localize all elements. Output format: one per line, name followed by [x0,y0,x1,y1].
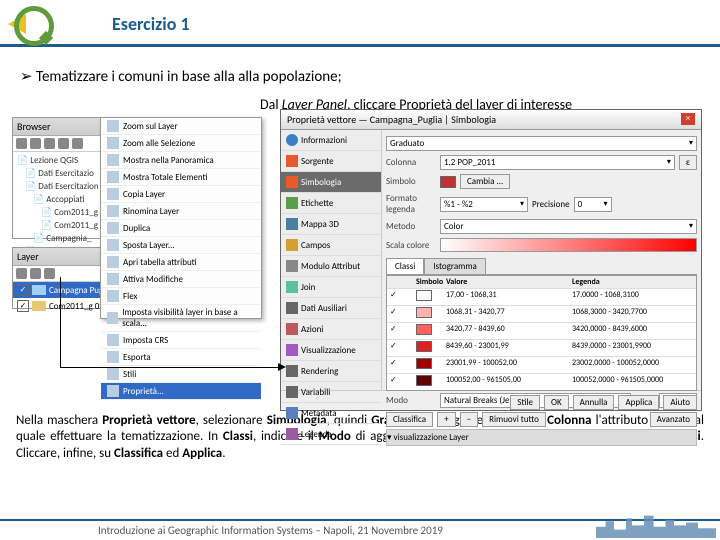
color-swatch [32,285,46,295]
add-class-icon[interactable]: + [437,412,455,427]
menu-item[interactable]: Zoom alle Selezione [101,135,261,152]
qgis-logo-icon [8,6,56,42]
properties-sidebar: Informazioni Sorgente Simbologia Etichet… [281,130,382,390]
help-button[interactable]: Aiuto [663,395,697,410]
menu-item[interactable]: Imposta visibilità layer in base a scala… [101,305,261,332]
sidebar-item[interactable]: Etichette [281,193,381,214]
label: Scala colore [386,240,436,251]
sidebar-item[interactable]: Modulo Attribut [281,256,381,277]
tab-classes[interactable]: Classi [386,258,424,274]
class-tabs: Classi Istogramma [386,258,697,275]
ok-button[interactable]: OK [544,395,569,410]
sidebar-item[interactable]: Informazioni [281,130,381,151]
style-button[interactable]: Stile [510,395,540,410]
format-input[interactable]: %1 - %2 [440,197,528,212]
slide-header: Esercizio 1 [0,0,720,47]
toolbar-icon[interactable] [16,138,27,149]
toolbar-icon[interactable] [30,268,41,279]
sidebar-item[interactable]: Rendering [281,361,381,382]
toolbar-icon[interactable] [44,138,55,149]
table-row[interactable]: ✓23001,99 - 100052,0023002,0000 - 100052… [387,356,696,373]
label: Formato legenda [386,193,436,215]
table-row[interactable]: ✓17,00 - 1068,3117,0000 - 1068,3100 [387,288,696,305]
menu-item[interactable]: Mostra nella Panoramica [101,152,261,169]
menu-item[interactable]: Imposta CRS [101,332,261,349]
toolbar-icon[interactable] [44,268,55,279]
properties-main: Graduato Colonna 1,2 POP_2011 ε Simbolo … [382,130,701,390]
sidebar-item[interactable]: Join [281,277,381,298]
toolbar-icon[interactable] [72,138,83,149]
column-select[interactable]: 1,2 POP_2011 [440,155,675,170]
properties-window: Proprietà vettore — Campagna_Puglia | Si… [280,109,702,411]
remove-all-button[interactable]: Rimuovi tutto [482,412,546,427]
sidebar-item[interactable]: Mappa 3D [281,214,381,235]
expr-button[interactable]: ε [679,155,697,170]
menu-item-properties[interactable]: Proprietà... [101,383,261,400]
toolbar-icon[interactable] [30,138,41,149]
menu-item[interactable]: Copia Layer [101,186,261,203]
renderer-select[interactable]: Graduato [386,136,697,151]
tab-histogram[interactable]: Istogramma [424,258,486,274]
footer-text: Introduzione ai Geographic Information S… [98,524,443,537]
sidebar-item[interactable]: Legenda [281,424,381,445]
change-symbol-button[interactable]: Cambia ... [460,174,510,189]
viz-section[interactable]: ▾ visualizzazione Layer [387,432,469,443]
menu-item[interactable]: Rinomina Layer [101,203,261,220]
sidebar-item[interactable]: Metadata [281,403,381,424]
arrow-icon [60,277,61,367]
cancel-button[interactable]: Annulla [573,395,615,410]
remove-class-icon[interactable]: − [460,412,478,427]
checkbox-icon[interactable]: ✓ [17,284,29,296]
toolbar-icon[interactable] [16,268,27,279]
table-row[interactable]: ✓3420,77 - 8439,603420,0000 - 8439,6000 [387,322,696,339]
grid-header: Simbolo ValoreLegenda [387,276,696,288]
sidebar-item[interactable]: Variabili [281,382,381,403]
menu-item[interactable]: Duplica [101,220,261,237]
label: Simbolo [386,176,436,187]
window-title: Proprietà vettore — Campagna_Puglia | Si… [287,113,496,126]
sidebar-item-simbologia[interactable]: Simbologia [281,172,381,193]
arrowhead-icon [278,363,286,371]
table-row[interactable]: ✓8439,60 - 23001,998439,0000 - 23001,990… [387,339,696,356]
label: Metodo [386,221,436,232]
sidebar-item[interactable]: Visualizzazione [281,340,381,361]
sidebar-item[interactable]: Sorgente [281,151,381,172]
label: Colonna [386,157,436,168]
exercise-bullet: Tematizzare i comuni in base alla alla p… [0,47,720,92]
sidebar-item[interactable]: Azioni [281,319,381,340]
toolbar-icon[interactable] [58,138,69,149]
sidebar-item[interactable]: Dati Ausiliari [281,298,381,319]
label: Modo [386,395,436,406]
checkbox-icon[interactable]: ✓ [17,300,29,312]
classes-grid: Simbolo ValoreLegenda ✓17,00 - 1068,3117… [386,275,697,391]
slide-title: Esercizio 1 [112,13,190,35]
color-swatch [32,301,46,311]
advanced-button[interactable]: Avanzato [650,412,697,427]
sidebar-item[interactable]: Campos [281,235,381,256]
window-titlebar: Proprietà vettore — Campagna_Puglia | Si… [281,110,701,130]
menu-item[interactable]: Attiva Modifiche [101,271,261,288]
context-menu: Zoom sul Layer Zoom alle Selezione Mostr… [100,117,262,319]
method-select[interactable]: Color [440,219,697,234]
table-row[interactable]: ✓1068,31 - 3420,771068,3000 - 3420,7700 [387,305,696,322]
menu-item[interactable]: Stili [101,366,261,383]
color-ramp[interactable] [440,238,697,252]
table-row[interactable]: ✓100052,00 - 961505,00100052,0000 - 9615… [387,373,696,390]
apply-button[interactable]: Applica [618,395,659,410]
arrow-icon [60,367,280,368]
label: Precisione [532,199,570,210]
menu-item[interactable]: Esporta [101,349,261,366]
precision-input[interactable]: 0 [574,197,612,212]
menu-item[interactable]: Mostra Totale Elementi [101,169,261,186]
menu-item[interactable]: Apri tabella attributi [101,254,261,271]
close-icon[interactable]: × [681,113,695,125]
menu-item[interactable]: Flex [101,288,261,305]
menu-item[interactable]: Sposta Layer... [101,237,261,254]
classify-button[interactable]: Classifica [386,412,433,427]
symbol-preview [440,176,456,188]
menu-item[interactable]: Zoom sul Layer [101,118,261,135]
screenshots-area: Browser Lezione QGIS Dati Esercitazio Da… [0,117,720,407]
